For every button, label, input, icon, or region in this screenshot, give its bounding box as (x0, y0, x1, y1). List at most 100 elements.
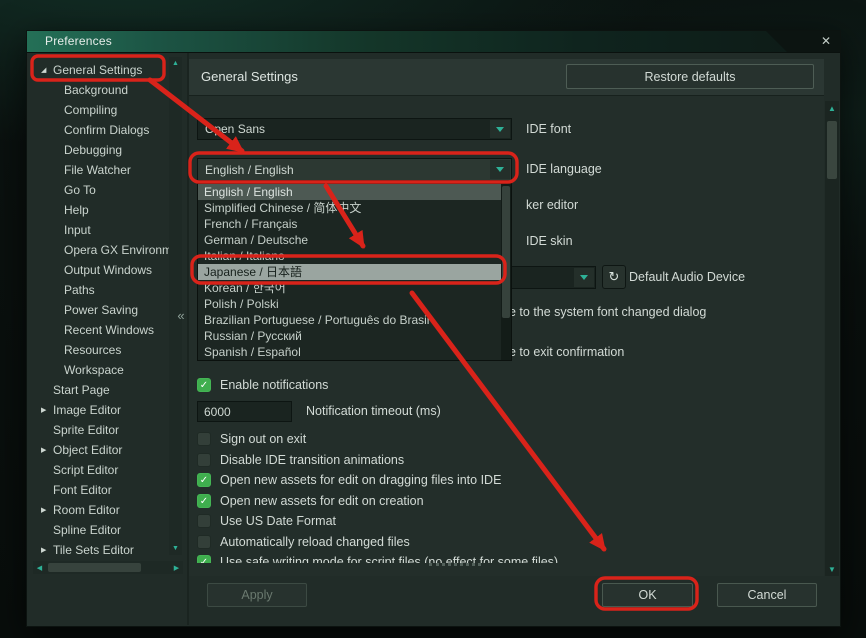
sidebar-item-sprite-editor[interactable]: Sprite Editor (33, 420, 169, 440)
sidebar-item-help[interactable]: Help (33, 200, 169, 220)
notification-timeout-label: Notification timeout (ms) (306, 404, 441, 418)
checkbox-open-assets-on-drag[interactable]: Open new assets for edit on dragging fil… (197, 471, 501, 489)
scrollbar-thumb[interactable] (827, 121, 837, 179)
checkbox-disable-transition-animations[interactable]: Disable IDE transition animations (197, 451, 404, 469)
language-option-japanese[interactable]: Japanese / 日本語 (198, 264, 511, 280)
sidebar-item-go-to[interactable]: Go To (33, 180, 169, 200)
notification-timeout-input[interactable] (197, 401, 292, 422)
apply-button[interactable]: Apply (207, 583, 307, 607)
dropdown-arrow-icon[interactable] (490, 120, 510, 138)
desktop: { "window": { "title": "Preferences" }, … (0, 0, 866, 638)
sidebar-item-spline-editor[interactable]: Spline Editor (33, 520, 169, 540)
close-icon[interactable]: ✕ (821, 31, 831, 52)
popup-scrollbar[interactable] (501, 184, 511, 360)
sidebar-item-debugging[interactable]: Debugging (33, 140, 169, 160)
dotted-separator (429, 563, 481, 566)
cancel-button[interactable]: Cancel (717, 583, 817, 607)
checkbox-sign-out-on-exit[interactable]: Sign out on exit (197, 430, 306, 448)
sidebar-item-start-page[interactable]: Start Page (33, 380, 169, 400)
page-title: General Settings (201, 69, 298, 84)
language-option-italian[interactable]: Italian / Italiano (198, 248, 511, 264)
sidebar-item-opera-gx-environment[interactable]: Opera GX Environment (33, 240, 169, 260)
sidebar-item-confirm-dialogs[interactable]: Confirm Dialogs (33, 120, 169, 140)
restore-defaults-button[interactable]: Restore defaults (566, 64, 814, 89)
scroll-down-icon[interactable] (825, 562, 839, 576)
sidebar-collapse-button[interactable]: « (173, 307, 189, 325)
sidebar-item-general-settings[interactable]: General Settings (33, 60, 169, 80)
window-title: Preferences (45, 34, 112, 48)
sidebar-item-script-editor[interactable]: Script Editor (33, 460, 169, 480)
exit-confirmation-partial-label: e to exit confirmation (509, 345, 625, 359)
tree-collapsed-icon (41, 446, 53, 454)
checkbox-auto-reload-files[interactable]: Automatically reload changed files (197, 533, 410, 551)
sidebar-item-image-editor[interactable]: Image Editor (33, 400, 169, 420)
sidebar-item-tile-sets-editor[interactable]: Tile Sets Editor (33, 540, 169, 560)
tree-collapsed-icon (41, 406, 53, 414)
checkbox-enable-notifications[interactable]: Enable notifications (197, 376, 328, 394)
sidebar-item-font-editor[interactable]: Font Editor (33, 480, 169, 500)
language-option-brazilian-portuguese[interactable]: Brazilian Portuguese / Português do Bras… (198, 312, 511, 328)
sidebar-item-paths[interactable]: Paths (33, 280, 169, 300)
ide-font-dropdown[interactable]: Open Sans (197, 118, 512, 140)
scrollbar-thumb[interactable] (502, 186, 510, 318)
sidebar-item-room-editor[interactable]: Room Editor (33, 500, 169, 520)
title-bar: Preferences ✕ (27, 31, 840, 53)
sidebar-item-object-editor[interactable]: Object Editor (33, 440, 169, 460)
checkbox-unchecked-icon (197, 432, 211, 446)
settings-content: Open Sans IDE font English / English IDE… (189, 96, 824, 576)
sidebar-item-workspace[interactable]: Workspace (33, 360, 169, 380)
dropdown-arrow-icon[interactable] (574, 268, 594, 287)
sidebar-item-compiling[interactable]: Compiling (33, 100, 169, 120)
ok-button[interactable]: OK (602, 583, 693, 607)
sidebar-item-file-watcher[interactable]: File Watcher (33, 160, 169, 180)
language-option-simplified-chinese[interactable]: Simplified Chinese / 简体中文 (198, 200, 511, 216)
checkbox-checked-icon (197, 473, 211, 487)
checkbox-checked-icon (197, 555, 211, 563)
checkbox-clipped-row[interactable]: Use safe writing mode for script files (… (197, 553, 558, 563)
sidebar-item-output-windows[interactable]: Output Windows (33, 260, 169, 280)
audio-device-label: Default Audio Device (629, 270, 746, 284)
checkbox-unchecked-icon (197, 453, 211, 467)
sidebar-item-recent-windows[interactable]: Recent Windows (33, 320, 169, 340)
language-option-korean[interactable]: Korean / 한국어 (198, 280, 511, 296)
scrollbar-thumb[interactable] (48, 563, 141, 572)
tree-collapsed-icon (41, 546, 53, 554)
sidebar-item-resources[interactable]: Resources (33, 340, 169, 360)
preferences-window: Preferences ✕ General Settings Backgroun… (26, 30, 841, 627)
content-vertical-scrollbar[interactable] (825, 101, 839, 576)
scroll-up-icon[interactable] (825, 101, 839, 115)
ide-language-label: IDE language (526, 162, 602, 176)
sidebar-horizontal-scrollbar[interactable] (33, 561, 183, 574)
scroll-left-icon[interactable] (33, 561, 46, 574)
sidebar-vertical-scrollbar[interactable] (169, 57, 182, 555)
ide-language-dropdown[interactable]: English / English (197, 158, 512, 181)
preferences-tree: General Settings Background Compiling Co… (33, 60, 169, 560)
language-option-english[interactable]: English / English (198, 184, 511, 200)
scroll-up-icon[interactable] (169, 57, 182, 70)
sidebar-item-input[interactable]: Input (33, 220, 169, 240)
language-option-german[interactable]: German / Deutsche (198, 232, 511, 248)
language-option-french[interactable]: French / Français (198, 216, 511, 232)
sidebar-item-background[interactable]: Background (33, 80, 169, 100)
language-option-polish[interactable]: Polish / Polski (198, 296, 511, 312)
language-dropdown-popup: English / English Simplified Chinese / 简… (197, 183, 512, 361)
checkbox-unchecked-icon (197, 514, 211, 528)
clipped-row-container: Use safe writing mode for script files (… (189, 551, 824, 563)
ide-font-label: IDE font (526, 122, 572, 136)
checkbox-us-date-format[interactable]: Use US Date Format (197, 512, 336, 530)
checkbox-checked-icon (197, 378, 211, 392)
refresh-audio-icon[interactable]: ↻ (602, 265, 626, 289)
font-changed-dialog-partial-label: e to the system font changed dialog (509, 305, 707, 319)
checkbox-open-assets-on-creation[interactable]: Open new assets for edit on creation (197, 492, 424, 510)
tree-expanded-icon (41, 66, 53, 74)
language-option-spanish[interactable]: Spanish / Español (198, 344, 511, 360)
dropdown-arrow-icon[interactable] (490, 160, 510, 179)
language-option-russian[interactable]: Russian / Русский (198, 328, 511, 344)
scroll-down-icon[interactable] (169, 542, 182, 555)
checkbox-unchecked-icon (197, 535, 211, 549)
editor-partial-label: ker editor (526, 198, 579, 212)
tree-collapsed-icon (41, 506, 53, 514)
sidebar-item-power-saving[interactable]: Power Saving (33, 300, 169, 320)
scroll-right-icon[interactable] (170, 561, 183, 574)
ide-skin-label: IDE skin (526, 234, 573, 248)
